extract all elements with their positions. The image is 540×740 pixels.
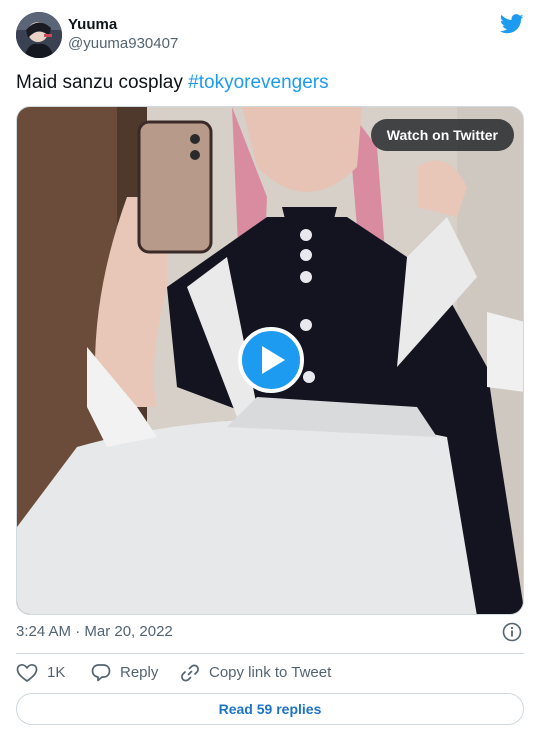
divider	[16, 653, 524, 654]
play-icon	[262, 346, 285, 374]
hashtag-link[interactable]: #tokyorevengers	[188, 72, 328, 93]
heart-icon	[16, 663, 38, 683]
watch-on-twitter-button[interactable]: Watch on Twitter	[370, 119, 514, 151]
read-replies-button[interactable]: Read 59 replies	[16, 693, 524, 725]
info-icon[interactable]	[502, 622, 522, 642]
author-info: Yuuma @yuuma930407	[68, 16, 178, 54]
twitter-bird-icon[interactable]	[500, 14, 524, 34]
tweet-timestamp[interactable]: 3:24 AM · Mar 20, 2022	[16, 623, 173, 640]
link-icon	[181, 664, 199, 682]
reply-bubble-icon	[91, 664, 111, 682]
tweet-header: Yuuma @yuuma930407	[16, 12, 524, 60]
tweet-embed-card: Yuuma @yuuma930407 Maid sanzu cosplay #t…	[0, 0, 540, 740]
tweet-text: Maid sanzu cosplay #tokyorevengers	[16, 71, 329, 95]
tweet-text-body: Maid sanzu cosplay	[16, 72, 189, 93]
avatar[interactable]	[16, 12, 62, 58]
tweet-meta: 3:24 AM · Mar 20, 2022	[16, 621, 524, 643]
author-handle[interactable]: @yuuma930407	[68, 34, 178, 54]
like-button[interactable]: 1K	[16, 660, 76, 686]
avatar-image	[16, 12, 62, 58]
copy-link-label: Copy link to Tweet	[209, 664, 332, 681]
reply-button[interactable]: Reply	[91, 660, 171, 686]
tweet-actions: 1K Reply Copy link to Tweet	[16, 660, 524, 686]
copy-link-button[interactable]: Copy link to Tweet	[180, 660, 360, 686]
author-display-name[interactable]: Yuuma	[68, 16, 178, 34]
reply-label: Reply	[120, 664, 159, 681]
play-button[interactable]	[238, 327, 304, 393]
video-media[interactable]: Watch on Twitter	[16, 106, 524, 615]
like-count: 1K	[47, 664, 66, 681]
